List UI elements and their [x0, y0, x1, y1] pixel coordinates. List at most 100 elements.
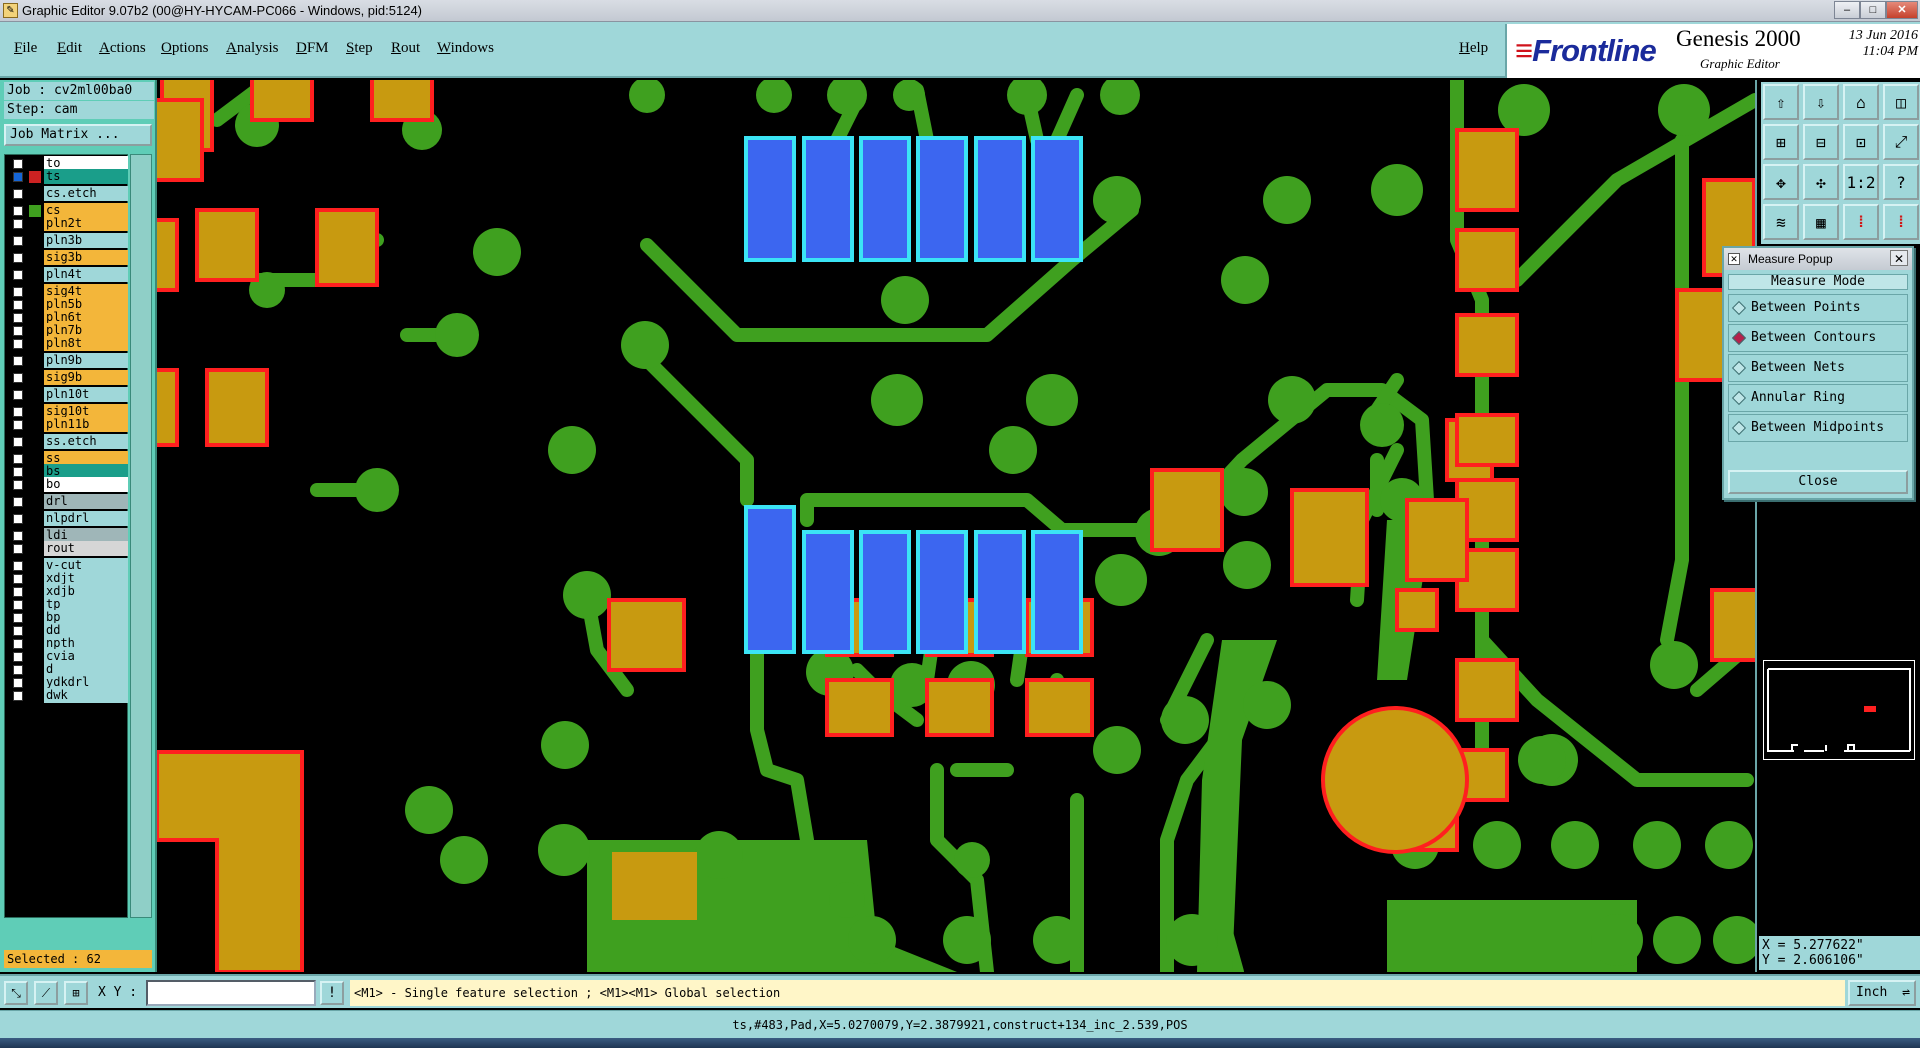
via-pad[interactable] — [435, 313, 479, 357]
via-pad[interactable] — [1223, 541, 1271, 589]
job-matrix-button[interactable]: Job Matrix ... — [4, 124, 152, 146]
via-pad[interactable] — [1705, 821, 1753, 869]
layer-color-swatch[interactable] — [29, 496, 41, 508]
smd-pad[interactable] — [1455, 413, 1519, 467]
layer-checkbox[interactable] — [13, 206, 23, 216]
via-pad[interactable] — [1518, 736, 1566, 784]
layer-checkbox[interactable] — [13, 691, 23, 701]
via-pad[interactable] — [943, 916, 991, 964]
layer-color-swatch[interactable] — [29, 543, 41, 555]
layer-row-sig3b[interactable]: sig3b — [7, 250, 128, 265]
layer-row-drl[interactable]: drl — [7, 494, 128, 509]
smd-pad[interactable] — [1455, 658, 1519, 722]
layer-row-nlpdrl[interactable]: nlpdrl — [7, 511, 128, 526]
layer-color-swatch[interactable] — [29, 338, 41, 350]
via-pad[interactable] — [621, 321, 669, 369]
center-icon[interactable]: ✣ — [1803, 164, 1839, 200]
layer-checkbox[interactable] — [13, 467, 23, 477]
layer-color-swatch[interactable] — [29, 513, 41, 525]
via-pad[interactable] — [1633, 821, 1681, 869]
save-icon[interactable]: ⇩ — [1803, 84, 1839, 120]
via-pad[interactable] — [848, 916, 896, 964]
help-icon[interactable]: ? — [1883, 164, 1919, 200]
layer-color-swatch[interactable] — [29, 355, 41, 367]
layer-color-swatch[interactable] — [29, 252, 41, 264]
minimize-button[interactable]: – — [1834, 1, 1860, 19]
layer-row-pln2t[interactable]: pln2t — [7, 216, 128, 231]
layer-name[interactable]: sig9b — [44, 370, 128, 385]
smd-pad[interactable] — [607, 598, 686, 672]
via-pad[interactable] — [1166, 914, 1218, 966]
layer-row-ss.etch[interactable]: ss.etch — [7, 434, 128, 449]
via-pad[interactable] — [1221, 256, 1269, 304]
layer-name[interactable]: nlpdrl — [44, 511, 128, 526]
layer-color-swatch[interactable] — [29, 372, 41, 384]
zoom-out-icon[interactable]: ⊟ — [1803, 124, 1839, 160]
smd-pad[interactable] — [1025, 678, 1094, 737]
via-pad[interactable] — [629, 80, 665, 113]
graphic-canvas[interactable] — [157, 80, 1755, 972]
layer-checkbox[interactable] — [13, 407, 23, 417]
layer-name[interactable]: drl — [44, 494, 128, 509]
layer-checkbox[interactable] — [13, 531, 23, 541]
via-pad[interactable] — [756, 80, 792, 113]
via-pad[interactable] — [1007, 80, 1047, 115]
smd-pad[interactable] — [1395, 588, 1439, 632]
measure-tool-icon[interactable]: ⟋ — [34, 981, 58, 1005]
selected-pad[interactable] — [802, 530, 854, 654]
measure-option-between-contours[interactable]: Between Contours — [1728, 324, 1908, 352]
layer-checkbox[interactable] — [13, 587, 23, 597]
layer-row-bo[interactable]: bo — [7, 477, 128, 492]
layer-name[interactable]: pln2t — [44, 216, 128, 231]
via-pad[interactable] — [1658, 84, 1710, 136]
via-pad[interactable] — [881, 276, 929, 324]
smd-pad[interactable] — [925, 678, 994, 737]
measure-option-between-points[interactable]: Between Points — [1728, 294, 1908, 322]
via-pad[interactable] — [1473, 821, 1521, 869]
snap-red-icon[interactable]: ⁞ — [1843, 204, 1879, 240]
layer-row-pln3b[interactable]: pln3b — [7, 233, 128, 248]
selected-pad[interactable] — [974, 530, 1026, 654]
close-icon[interactable]: ✕ — [1890, 250, 1908, 266]
layer-checkbox[interactable] — [13, 454, 23, 464]
selected-pad[interactable] — [744, 505, 796, 654]
selected-pad[interactable] — [859, 530, 911, 654]
menu-rout[interactable]: Rout — [391, 40, 420, 57]
smd-pad[interactable] — [1710, 588, 1755, 662]
snap-grid-icon[interactable]: ⊞ — [64, 981, 88, 1005]
menu-analysis[interactable]: Analysis — [226, 40, 279, 57]
via-pad[interactable] — [1093, 176, 1141, 224]
layer-checkbox[interactable] — [13, 480, 23, 490]
selected-pad[interactable] — [744, 136, 796, 262]
layer-checkbox[interactable] — [13, 561, 23, 571]
menu-options[interactable]: Options — [161, 40, 209, 57]
zoom-in-icon[interactable]: ⊞ — [1763, 124, 1799, 160]
smd-pad[interactable] — [205, 368, 269, 447]
layer-name[interactable]: pln8t — [44, 336, 128, 351]
via-pad[interactable] — [954, 842, 990, 878]
layer-name[interactable]: pln9b — [44, 353, 128, 368]
via-pad[interactable] — [1026, 374, 1078, 426]
menu-dfm[interactable]: DFM — [296, 40, 329, 57]
via-pad[interactable] — [1033, 916, 1081, 964]
layer-checkbox[interactable] — [13, 356, 23, 366]
layer-checkbox[interactable] — [13, 159, 23, 169]
layer-row-dwk[interactable]: dwk — [7, 688, 128, 703]
menu-help[interactable]: Help — [1459, 40, 1488, 57]
large-round-pad[interactable] — [1321, 706, 1469, 854]
ratio-icon[interactable]: 1:2 — [1843, 164, 1879, 200]
smd-pad[interactable] — [315, 208, 379, 287]
via-pad[interactable] — [1268, 376, 1316, 424]
layer-color-swatch[interactable] — [29, 218, 41, 230]
via-pad[interactable] — [355, 468, 399, 512]
via-pad[interactable] — [1713, 916, 1755, 964]
smd-pad[interactable] — [195, 208, 259, 282]
layer-checkbox[interactable] — [13, 514, 23, 524]
smd-pad[interactable] — [370, 80, 434, 122]
via-pad[interactable] — [405, 786, 453, 834]
smd-pad[interactable] — [1455, 228, 1519, 292]
panel-icon[interactable]: ◫ — [1883, 84, 1919, 120]
via-pad[interactable] — [695, 831, 743, 879]
units-dropdown[interactable]: Inch ⇌ — [1848, 980, 1916, 1006]
layer-name[interactable]: sig3b — [44, 250, 128, 265]
